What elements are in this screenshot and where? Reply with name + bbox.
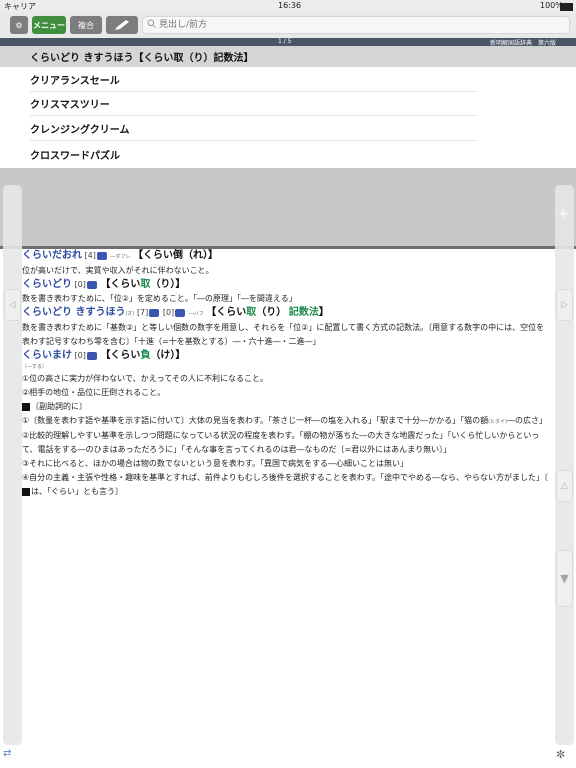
definition: ②比較的理解しやすい基準を示しつつ問題になっている状況の程度を表わす。「棚の物が… (22, 431, 540, 454)
carrier-label: キャリア (4, 2, 36, 11)
definition: ①〔数量を表わす語や基準を示す語に付いて〕大体の見当を表わす。「茶さじ一杯―の塩… (22, 416, 548, 425)
headword: くらいだおれ (22, 250, 82, 261)
menu-button[interactable]: メニュー (32, 16, 66, 34)
list-item[interactable]: クレンジングクリーム (30, 117, 476, 141)
settings-icon[interactable]: ✼ (556, 748, 572, 764)
definition: ②相手の地位・品位に圧倒されること。 (22, 388, 166, 397)
gear-icon: ⚙ (15, 20, 23, 30)
kanji-link[interactable]: 記数法 (289, 307, 319, 318)
entry-kuraimake[interactable]: くらいまけ [0] 【くらい負（け）】 (22, 349, 552, 363)
headword: くらいどり (22, 279, 72, 290)
speaker-icon[interactable] (86, 351, 97, 360)
list-item[interactable]: クリスマスツリー (30, 92, 476, 116)
next-entry-button[interactable]: ▷ (556, 289, 573, 321)
entry-kuraidori[interactable]: くらいどり [0] 【くらい取（り）】 (22, 278, 552, 292)
sub-entry-heading: 〔副助詞的に〕 (22, 400, 552, 414)
scroll-up-button[interactable]: △ (556, 470, 573, 502)
speaker-icon[interactable] (175, 308, 186, 317)
settings-button[interactable]: ⚙ (10, 16, 28, 34)
fukugo-search-button[interactable]: 複合 (70, 16, 102, 34)
definition: 数を書き表わすために、「位②」を定めること。「―の原理」「―を間違える」 (22, 294, 297, 303)
list-background-panel (0, 168, 576, 248)
kanji-link[interactable]: 取 (246, 307, 256, 318)
kanji-notation: 【くらい倒（れ） (133, 250, 208, 261)
note: ―ダフレ (110, 254, 131, 260)
accent: [4] (84, 251, 96, 260)
speaker-icon[interactable] (96, 251, 107, 260)
search-box[interactable] (142, 16, 570, 34)
definition: ④自分の主義・主張や性格・趣味を基準とすれば、前件よりもむしろ後件を選択すること… (22, 473, 548, 496)
battery-icon (560, 3, 573, 11)
up-arrow-icon: △ (561, 481, 568, 491)
add-bookmark-button[interactable]: + (556, 199, 571, 229)
menu-button-label: メニュー (33, 20, 65, 30)
definition: 位が高いだけで、実質や収入がそれに伴わないこと。 (22, 266, 214, 275)
entry-kuraidaore: くらいだおれ [4] ―ダフレ 【くらい倒（れ）】 (22, 250, 218, 261)
result-list: くらいどり きすうほう【くらい取（り）記数法】 クリアランスセール クリスマスツ… (0, 46, 576, 168)
list-item-selected[interactable]: くらいどり きすうほう【くらい取（り）記数法】 (30, 44, 476, 68)
left-arrow-icon: ◁ (9, 300, 16, 310)
entry-kuraidori-kisuuhou[interactable]: くらいどり きすうほう(オ) [7] [0] ―ハフ 【くらい取（り） 記数法】 (22, 306, 552, 321)
usage-note: （―する） (22, 364, 48, 370)
kanji-link[interactable]: 取 (140, 279, 150, 290)
left-side-strip: ◁ (3, 185, 22, 745)
entry-content: くらいだおれ [4] ―ダフレ 【くらい倒（れ）】 位が高いだけで、実質や収入が… (22, 249, 552, 768)
list-item[interactable]: クロスワードパズル (30, 142, 476, 166)
definition: ①位の高さに実力が伴わないで、かえってその人に不利になること。 (22, 374, 268, 383)
handwriting-button[interactable] (106, 16, 138, 34)
clock: 16:36 (278, 1, 302, 10)
definition: ③それに比べると、ほかの場合は物の数でないという意を表わす。「異国で病気をする―… (22, 459, 409, 468)
swap-icon[interactable]: ⇄ (3, 748, 19, 764)
status-bar: キャリア 16:36 100% (0, 0, 576, 13)
accent: [0] (74, 280, 86, 289)
definition: 数を書き表わすために「基数②」と等しい個数の数字を用意し、それらを「位②」に配置… (22, 323, 545, 346)
fukugo-button-label: 複合 (78, 20, 94, 30)
previous-entry-button[interactable]: ◁ (4, 289, 21, 321)
search-input[interactable] (159, 18, 559, 32)
scroll-down-button[interactable]: ▼ (556, 550, 573, 607)
right-arrow-icon: ▷ (561, 300, 568, 310)
kanji-link[interactable]: 負 (140, 350, 150, 361)
square-marker-icon (22, 402, 30, 411)
toolbar: ⚙ メニュー 複合 (0, 13, 576, 39)
speaker-icon[interactable] (86, 280, 97, 289)
down-arrow-icon: ▼ (560, 572, 569, 585)
plus-icon: + (558, 206, 569, 222)
list-item[interactable]: クリアランスセール (30, 68, 476, 92)
speaker-icon[interactable] (149, 308, 160, 317)
headword: くらいどり きすうほう (22, 307, 126, 318)
headword: くらいまけ (22, 350, 72, 361)
square-marker-icon (22, 487, 30, 496)
pen-icon (115, 20, 129, 30)
right-side-strip: + ▷ △ ▼ (555, 185, 574, 745)
search-icon (147, 19, 156, 31)
